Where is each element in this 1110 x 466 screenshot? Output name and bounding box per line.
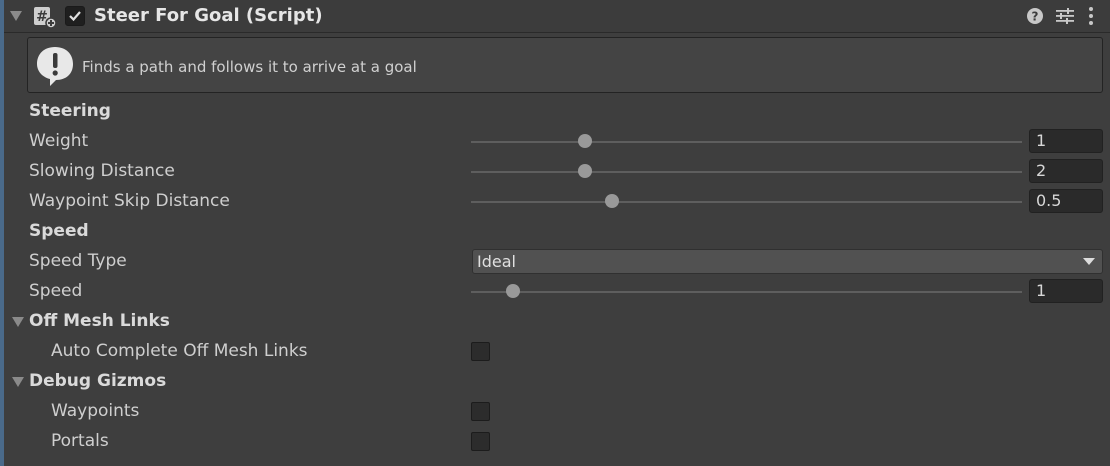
weight-slider-track[interactable] bbox=[471, 141, 1022, 143]
speed-header: Speed bbox=[29, 221, 89, 241]
waypoints-label: Waypoints bbox=[51, 401, 140, 421]
debug-gizmos-header[interactable]: Debug Gizmos bbox=[29, 371, 166, 391]
script-hash-icon: # bbox=[34, 7, 57, 29]
slowing-distance-field[interactable]: 2 bbox=[1029, 159, 1103, 183]
speed-field[interactable]: 1 bbox=[1029, 279, 1103, 303]
waypoint-skip-distance-slider-track[interactable] bbox=[471, 201, 1022, 203]
component-header[interactable]: # Steer For Goal (Script) ? bbox=[4, 0, 1110, 33]
auto-complete-off-mesh-links-checkbox[interactable] bbox=[471, 342, 490, 361]
slowing-distance-slider-knob[interactable] bbox=[578, 164, 592, 178]
speed-type-dropdown[interactable]: Ideal bbox=[472, 249, 1103, 274]
portals-label: Portals bbox=[51, 431, 109, 451]
help-message: Finds a path and follows it to arrive at… bbox=[82, 58, 417, 76]
checkmark-icon bbox=[69, 11, 81, 22]
slowing-distance-slider-track[interactable] bbox=[471, 171, 1022, 173]
kebab-menu-icon[interactable] bbox=[1087, 6, 1095, 26]
inspector-left-strip bbox=[0, 0, 4, 466]
waypoint-skip-distance-field[interactable]: 0.5 bbox=[1029, 189, 1103, 213]
dropdown-arrow-icon bbox=[1083, 258, 1095, 265]
speed-label: Speed bbox=[29, 281, 83, 301]
help-icon[interactable]: ? bbox=[1026, 7, 1044, 25]
component-title: Steer For Goal (Script) bbox=[94, 5, 323, 26]
component-enabled-checkbox[interactable] bbox=[65, 6, 85, 26]
off-mesh-links-foldout-icon[interactable] bbox=[12, 317, 24, 327]
portals-checkbox[interactable] bbox=[471, 432, 490, 451]
help-box: Finds a path and follows it to arrive at… bbox=[27, 37, 1103, 93]
waypoints-checkbox[interactable] bbox=[471, 402, 490, 421]
steering-header: Steering bbox=[29, 101, 111, 121]
weight-slider-knob[interactable] bbox=[578, 134, 592, 148]
waypoint-skip-distance-label: Waypoint Skip Distance bbox=[29, 191, 230, 211]
speed-type-selected: Ideal bbox=[477, 252, 516, 271]
foldout-arrow-icon[interactable] bbox=[10, 11, 22, 21]
debug-gizmos-foldout-icon[interactable] bbox=[12, 377, 24, 387]
speed-slider-track[interactable] bbox=[471, 291, 1022, 293]
weight-label: Weight bbox=[29, 131, 89, 151]
waypoint-skip-distance-slider-knob[interactable] bbox=[605, 194, 619, 208]
speed-type-label: Speed Type bbox=[29, 251, 127, 271]
info-warning-icon bbox=[37, 47, 73, 86]
svg-text:?: ? bbox=[1032, 10, 1039, 24]
slowing-distance-label: Slowing Distance bbox=[29, 161, 175, 181]
auto-complete-off-mesh-links-label: Auto Complete Off Mesh Links bbox=[51, 341, 308, 361]
weight-field[interactable]: 1 bbox=[1029, 129, 1103, 153]
speed-slider-knob[interactable] bbox=[506, 284, 520, 298]
off-mesh-links-header[interactable]: Off Mesh Links bbox=[29, 311, 170, 331]
presets-icon[interactable] bbox=[1055, 7, 1075, 25]
